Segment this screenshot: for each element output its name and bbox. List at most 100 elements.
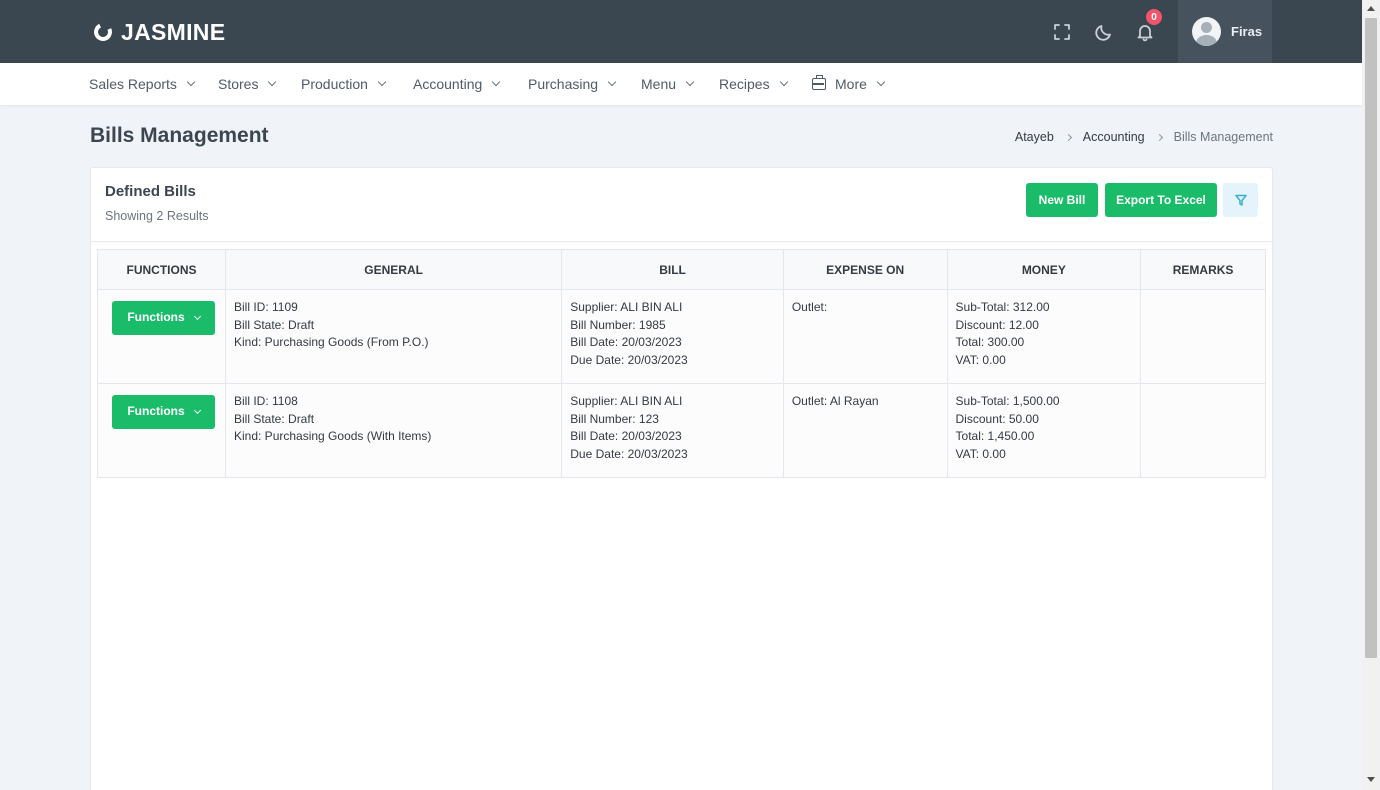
discount: Discount: 12.00 <box>955 317 1039 332</box>
functions-cell: Functions <box>97 383 226 478</box>
menu-item-menu[interactable]: Menu <box>641 63 695 105</box>
due-date: Due Date: 20/03/2023 <box>570 353 688 368</box>
supplier: Supplier: ALI BIN ALI <box>570 394 683 408</box>
bill-date: Bill Date: 20/03/2023 <box>570 429 682 444</box>
general-cell: Bill ID: 1109 Bill State: Draft Kind: Pu… <box>224 289 563 384</box>
bill-id: Bill ID: 1109 <box>234 300 298 314</box>
functions-label: Functions <box>127 404 185 419</box>
fullscreen-icon[interactable] <box>1051 21 1073 43</box>
column-header-bill[interactable]: BILL <box>561 249 784 290</box>
scroll-down-arrow-icon[interactable] <box>1367 777 1375 782</box>
chevron-down-icon <box>193 406 201 414</box>
column-header-money[interactable]: MONEY <box>946 249 1142 290</box>
menu-item-label: Stores <box>218 76 259 92</box>
bill-date: Bill Date: 20/03/2023 <box>570 335 682 350</box>
menu-item-more[interactable]: More <box>812 63 886 105</box>
functions-dropdown-button[interactable]: Functions <box>112 395 215 429</box>
chevron-down-icon <box>186 77 196 87</box>
chevron-down-icon <box>779 77 788 87</box>
column-header-functions[interactable]: FUNCTIONS <box>97 249 226 290</box>
chevron-down-icon <box>607 77 617 87</box>
new-bill-button[interactable]: New Bill <box>1026 183 1098 217</box>
column-header-remarks[interactable]: REMARKS <box>1140 249 1266 290</box>
chevron-down-icon <box>492 77 501 87</box>
filter-icon <box>1234 194 1247 206</box>
scroll-up-arrow-icon[interactable] <box>1367 6 1375 11</box>
card-header: Defined Bills Showing 2 Results New Bill… <box>91 168 1272 242</box>
functions-cell: Functions <box>97 289 226 384</box>
menu-item-label: Production <box>301 76 368 92</box>
outlet: Outlet: <box>791 300 828 314</box>
menu-item-label: Recipes <box>719 76 770 92</box>
menu-item-label: More <box>835 76 867 92</box>
app-logo[interactable]: JASMINE <box>91 18 226 45</box>
expense-on-cell: Outlet: Al Rayan <box>782 383 948 478</box>
briefcase-icon <box>812 75 826 90</box>
breadcrumb-item-current: Bills Management <box>1173 130 1273 144</box>
total: Total: 1,450.00 <box>955 429 1035 444</box>
menu-item-accounting[interactable]: Accounting <box>413 63 501 105</box>
breadcrumb-item-accounting[interactable]: Accounting <box>1083 130 1145 144</box>
notification-badge: 0 <box>1146 9 1162 25</box>
bill-number: Bill Number: 123 <box>570 411 659 426</box>
money-cell: Sub-Total: 312.00 Discount: 12.00 Total:… <box>946 289 1142 384</box>
main-menu: Sales Reports Stores Production Accounti… <box>0 63 1362 105</box>
outlet: Outlet: Al Rayan <box>791 394 879 408</box>
chevron-right-icon <box>1064 133 1072 141</box>
chevron-down-icon <box>193 312 201 320</box>
breadcrumb-item-atayeb[interactable]: Atayeb <box>1015 130 1054 144</box>
table-row: Functions Bill ID: 1108 Bill State: Draf… <box>97 383 1266 478</box>
page-title: Bills Management <box>90 124 269 147</box>
menu-item-label: Menu <box>641 76 677 92</box>
sub-total: Sub-Total: 312.00 <box>955 300 1050 314</box>
bill-number: Bill Number: 1985 <box>570 317 666 332</box>
menu-item-label: Sales Reports <box>89 76 177 92</box>
menu-item-sales-reports[interactable]: Sales Reports <box>89 63 196 105</box>
bill-kind: Kind: Purchasing Goods (With Items) <box>234 429 432 444</box>
card-title: Defined Bills <box>105 183 196 200</box>
avatar <box>1192 17 1221 46</box>
vertical-scrollbar[interactable] <box>1362 0 1380 790</box>
bill-cell: Supplier: ALI BIN ALI Bill Number: 123 B… <box>561 383 784 478</box>
column-header-general[interactable]: GENERAL <box>224 249 563 290</box>
general-cell: Bill ID: 1108 Bill State: Draft Kind: Pu… <box>224 383 563 478</box>
expense-on-cell: Outlet: <box>782 289 948 384</box>
user-name: Firas <box>1231 24 1263 39</box>
logo-text: JASMINE <box>121 18 226 45</box>
export-excel-button[interactable]: Export To Excel <box>1105 183 1217 217</box>
chevron-down-icon <box>377 77 387 87</box>
menu-item-production[interactable]: Production <box>301 63 387 105</box>
bill-state: Bill State: Draft <box>234 317 315 332</box>
chevron-down-icon <box>268 77 277 87</box>
menu-item-stores[interactable]: Stores <box>218 63 277 105</box>
menu-item-recipes[interactable]: Recipes <box>719 63 788 105</box>
moon-icon[interactable] <box>1093 21 1115 43</box>
remarks-cell <box>1140 289 1266 384</box>
due-date: Due Date: 20/03/2023 <box>570 447 688 462</box>
menu-item-purchasing[interactable]: Purchasing <box>528 63 617 105</box>
results-count: Showing 2 Results <box>105 209 209 223</box>
supplier: Supplier: ALI BIN ALI <box>570 300 683 314</box>
scrollbar-thumb[interactable] <box>1365 18 1377 658</box>
menu-item-label: Purchasing <box>528 76 599 92</box>
vat: VAT: 0.00 <box>955 447 1006 462</box>
filter-button[interactable] <box>1223 183 1258 217</box>
total: Total: 300.00 <box>955 335 1025 350</box>
table-header-row: FUNCTIONS GENERAL BILL EXPENSE ON MONEY … <box>97 249 1266 290</box>
breadcrumb: Atayeb Accounting Bills Management <box>1015 130 1273 144</box>
bills-table: FUNCTIONS GENERAL BILL EXPENSE ON MONEY … <box>97 249 1266 478</box>
menu-item-label: Accounting <box>413 76 483 92</box>
chevron-down-icon <box>685 77 695 87</box>
column-header-expense-on[interactable]: EXPENSE ON <box>782 249 948 290</box>
bill-id: Bill ID: 1108 <box>234 394 298 408</box>
user-menu[interactable]: Firas <box>1178 0 1272 63</box>
chevron-right-icon <box>1155 133 1163 141</box>
logo-icon <box>91 20 115 44</box>
vat: VAT: 0.00 <box>955 353 1006 368</box>
topbar: JASMINE 0 Firas <box>0 0 1362 63</box>
discount: Discount: 50.00 <box>955 411 1039 426</box>
bill-cell: Supplier: ALI BIN ALI Bill Number: 1985 … <box>561 289 784 384</box>
functions-dropdown-button[interactable]: Functions <box>112 301 215 335</box>
table-row: Functions Bill ID: 1109 Bill State: Draf… <box>97 289 1266 384</box>
sub-total: Sub-Total: 1,500.00 <box>955 394 1060 408</box>
